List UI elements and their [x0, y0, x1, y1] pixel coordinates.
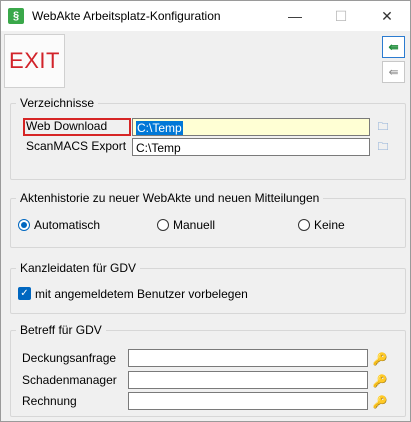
- checkbox-label-benutzer-vorbelegen: mit angemeldetem Benutzer vorbelegen: [35, 287, 248, 301]
- radio-label-keine: Keine: [314, 218, 345, 232]
- rechnung-field[interactable]: [128, 392, 368, 410]
- maximize-button: ☐: [334, 8, 348, 24]
- expand-panel-icon[interactable]: ⇚: [382, 61, 405, 83]
- folder-browse-icon[interactable]: 🗀: [374, 118, 392, 136]
- schadenmanager-field[interactable]: [128, 371, 368, 389]
- folder-browse-icon[interactable]: 🗀: [374, 138, 392, 156]
- group-title-kanzleidaten: Kanzleidaten für GDV: [16, 261, 141, 275]
- minimize-button[interactable]: —: [272, 1, 318, 31]
- group-title-aktenhistorie: Aktenhistorie zu neuer WebAkte und neuen…: [16, 191, 324, 205]
- window-title: WebAkte Arbeitsplatz-Konfiguration: [32, 9, 221, 23]
- label-schadenmanager: Schadenmanager: [22, 373, 117, 387]
- web-download-path-field[interactable]: C:\Temp: [132, 118, 370, 136]
- radio-keine[interactable]: [298, 219, 310, 231]
- radio-label-manuell: Manuell: [173, 218, 216, 232]
- label-deckungsanfrage: Deckungsanfrage: [22, 351, 117, 365]
- group-title-verzeichnisse: Verzeichnisse: [16, 96, 99, 110]
- scanmacs-export-path-field[interactable]: C:\Temp: [132, 138, 370, 156]
- checkbox-benutzer-vorbelegen[interactable]: ✓: [18, 287, 31, 300]
- label-scanmacs-export: ScanMACS Export: [26, 139, 127, 153]
- key-icon[interactable]: 🔑: [371, 350, 389, 368]
- label-rechnung: Rechnung: [22, 394, 77, 408]
- web-download-path-value: C:\Temp: [136, 121, 183, 135]
- title-bar: § WebAkte Arbeitsplatz-Konfiguration — ☐…: [1, 1, 410, 31]
- label-web-download: Web Download: [26, 119, 108, 133]
- key-icon[interactable]: 🔑: [371, 372, 389, 390]
- close-button[interactable]: ✕: [364, 1, 410, 31]
- app-icon: §: [8, 8, 24, 24]
- group-title-betreff: Betreff für GDV: [16, 323, 106, 337]
- key-icon[interactable]: 🔑: [371, 393, 389, 411]
- radio-automatisch[interactable]: [18, 219, 30, 231]
- dialog-window: § WebAkte Arbeitsplatz-Konfiguration — ☐…: [0, 0, 411, 422]
- radio-label-automatisch: Automatisch: [34, 218, 101, 232]
- exit-button[interactable]: EXIT: [4, 34, 65, 88]
- collapse-panel-icon[interactable]: ⇚: [382, 36, 405, 58]
- deckungsanfrage-field[interactable]: [128, 349, 368, 367]
- radio-manuell[interactable]: [157, 219, 169, 231]
